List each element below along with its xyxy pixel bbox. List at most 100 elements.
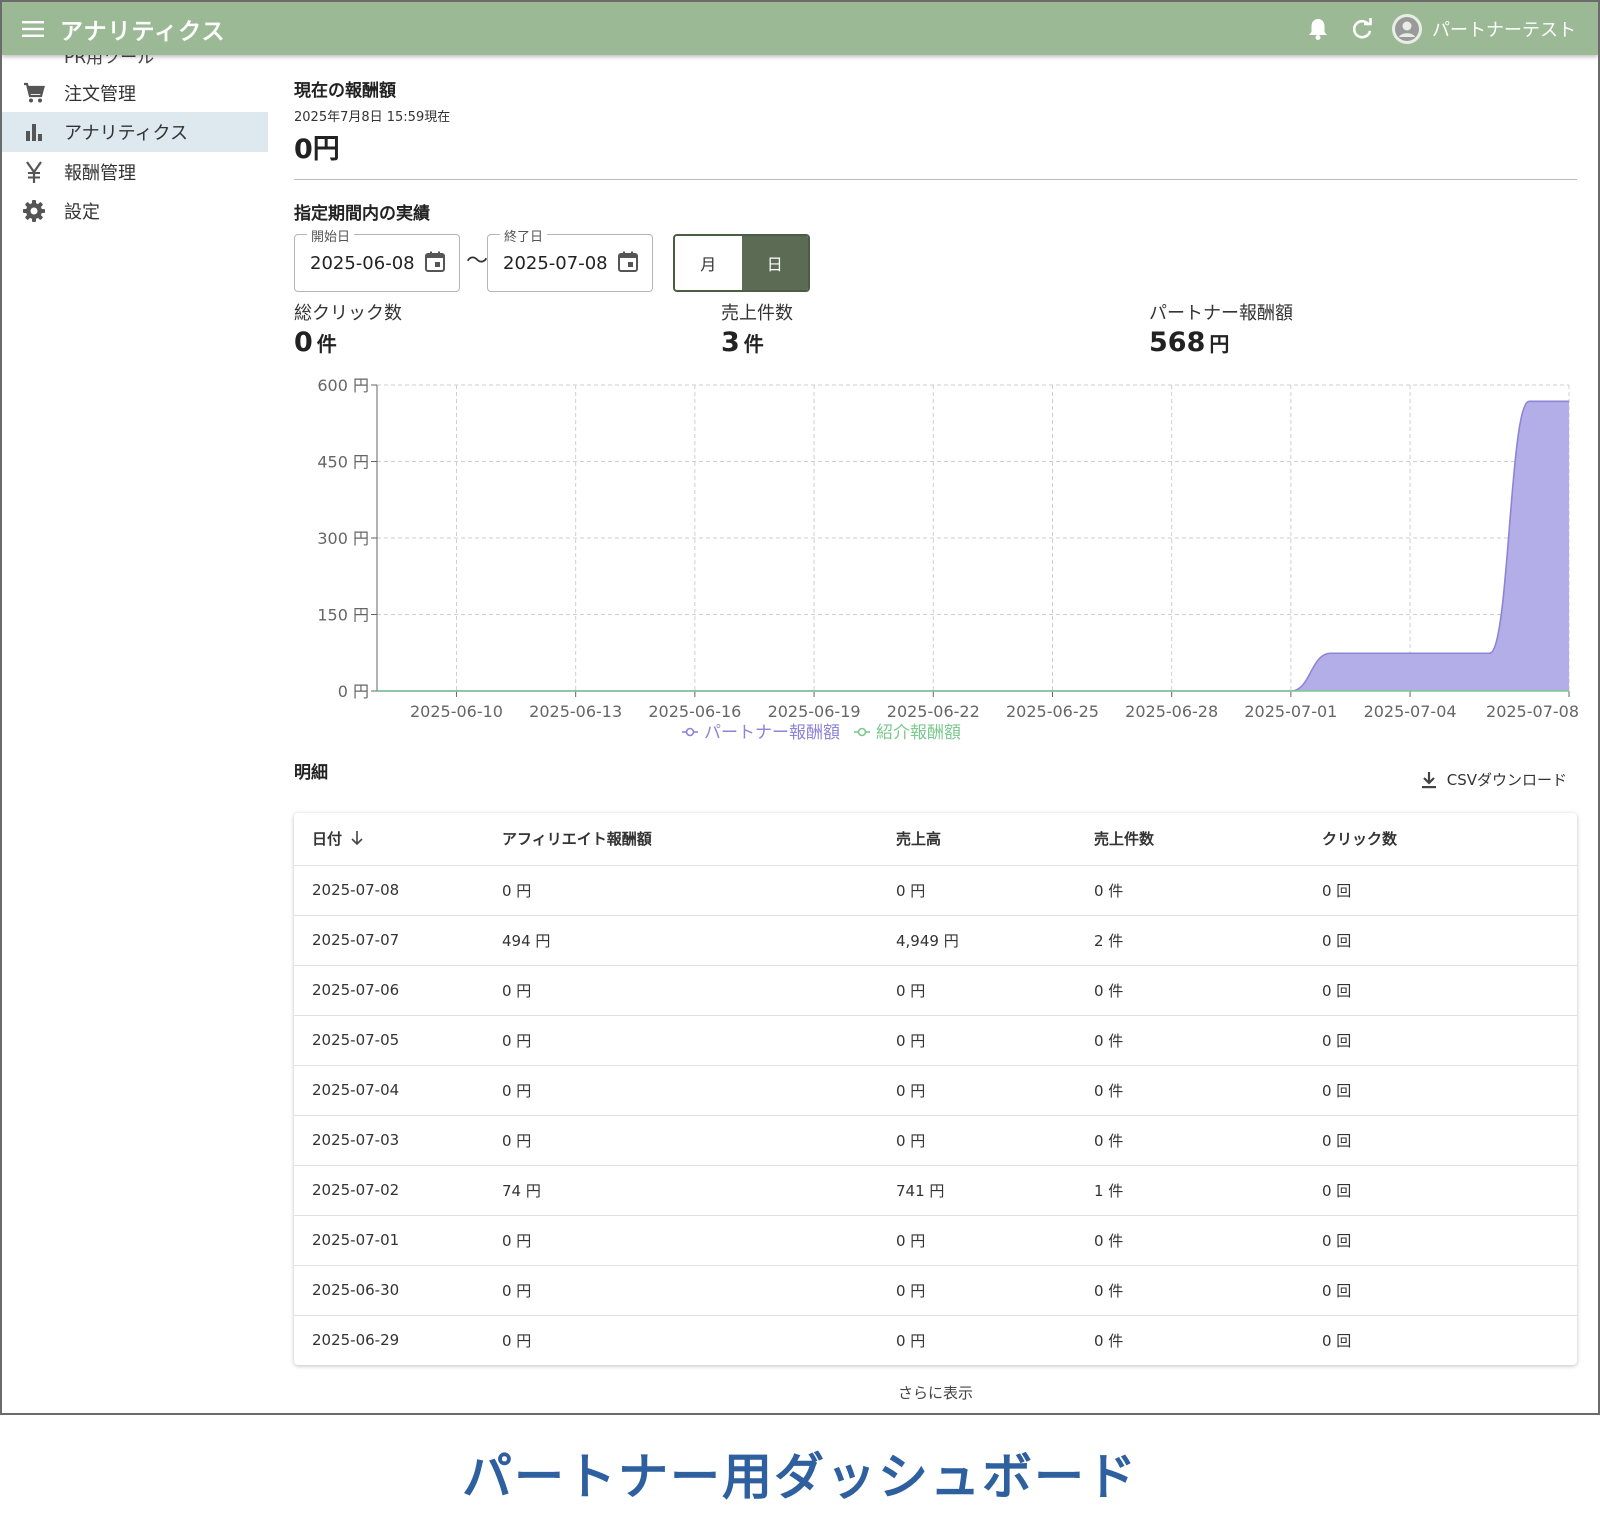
section-divider [294,179,1577,180]
cell-clicks: 0 回 [1322,1265,1577,1316]
toggle-day[interactable]: 日 [741,236,808,290]
menu-icon[interactable] [20,16,46,42]
cell-clicks: 0 回 [1322,1215,1577,1266]
table-row: 2025-07-04 0 円0 円0 件0 回 [294,1065,1577,1116]
legend-label: 紹介報酬額 [876,723,961,743]
cell-affiliate-reward: 74 円 [502,1165,896,1216]
cell-sales-count: 0 件 [1094,1015,1322,1066]
cell-affiliate-reward: 0 円 [502,1331,532,1350]
cell-sales-count: 0 件 [1094,1331,1124,1350]
cell-date: 2025-06-30 [294,1265,502,1316]
col-date[interactable]: 日付 [294,813,502,866]
calendar-icon[interactable] [423,250,447,274]
col-sales-count[interactable]: 売上件数 [1094,813,1322,866]
cell-clicks: 0 回 [1322,1015,1577,1066]
col-revenue[interactable]: 売上高 [896,813,1094,866]
cell-sales-count: 0 件 [1094,1215,1322,1266]
table-row: 2025-07-02 74 円 741 円1 件0 回 [294,1165,1577,1216]
csv-download-button[interactable]: CSVダウンロード [1421,769,1567,790]
table-row: 2025-06-29 0 円 0 円 0 件 0 回 [294,1315,1577,1365]
cell-affiliate-reward: 0 円 [502,1215,896,1266]
col-affiliate-reward[interactable]: アフィリエイト報酬額 [502,813,896,866]
y-tick-label: 600 円 [317,376,369,395]
partner-reward-value: 568 円 [1149,327,1230,358]
username: パートナーテスト [1432,19,1576,41]
yen-icon [22,160,46,184]
partner-reward-label: パートナー報酬額 [1149,303,1293,324]
end-date-value: 2025-07-08 [503,253,608,274]
calendar-icon[interactable] [616,250,640,274]
table-row: 2025-07-03 0 円0 円0 件0 回 [294,1115,1577,1166]
bar-chart-icon [22,120,46,144]
col-clicks[interactable]: クリック数 [1322,813,1577,866]
x-tick-label: 2025-06-16 [648,702,741,721]
page-title: アナリティクス [60,18,226,45]
toggle-month[interactable]: 月 [675,236,742,290]
cell-clicks: 0 回 [1322,1115,1577,1166]
cell-revenue: 0 円 [896,865,1094,916]
table-row: 2025-07-07 494 円 4,949 円2 件0 回 [294,915,1577,966]
sidebar-item-label: 注文管理 [64,84,136,105]
granularity-toggle: 月 日 [673,234,810,292]
app-window: アナリティクス パートナーテスト PR用ツール 注文管理 アナリティクス 報酬管… [0,0,1600,1415]
cell-affiliate-reward: 494 円 [502,915,896,966]
x-tick-label: 2025-07-04 [1364,702,1457,721]
gear-icon [22,199,46,223]
x-tick-label: 2025-06-19 [768,702,861,721]
x-tick-label: 2025-06-22 [887,702,980,721]
legend-swatch-marker [685,727,695,737]
cell-date: 2025-07-01 [294,1215,502,1266]
cart-icon [22,81,46,105]
cell-revenue: 0 円 [896,1215,1094,1266]
series-line-0 [377,400,1569,692]
start-date-label: 開始日 [307,226,355,245]
sidebar-item-orders[interactable]: 注文管理 [2,73,268,113]
cell-affiliate-reward: 0 円 [502,1265,896,1316]
cell-sales-count: 1 件 [1094,1165,1322,1216]
caption: パートナー用ダッシュボード [462,1448,1138,1506]
sidebar: PR用ツール 注文管理 アナリティクス 報酬管理 設定 [2,48,268,1413]
start-date-field[interactable]: 開始日 2025-06-08 [294,226,460,292]
period-heading: 指定期間内の実績 [294,204,430,224]
sidebar-item-analytics[interactable]: アナリティクス [2,112,268,152]
cell-clicks: 0 回 [1322,1165,1577,1216]
reward-chart: 600 円 450 円 300 円 150 円 0 円 2025-06-10 2025-06… [317,376,1579,743]
sales-count-label: 売上件数 [721,303,793,324]
x-tick-label: 2025-07-01 [1244,702,1337,721]
cell-date: 2025-07-03 [294,1115,502,1166]
end-date-field[interactable]: 終了日 2025-07-08 [487,226,653,292]
download-icon [1421,771,1437,789]
user-menu[interactable]: パートナーテスト [1392,13,1576,44]
x-tick-label: 2025-06-10 [410,702,503,721]
cell-affiliate-reward: 0 円 [502,865,896,916]
bell-icon[interactable] [1304,15,1332,43]
x-tick-label: 2025-07-08 [1486,702,1579,721]
date-range-separator: 〜 [466,249,489,274]
cell-date: 2025-07-08 [294,865,502,916]
cell-sales-count: 0 件 [1094,1115,1322,1166]
detail-table: 日付 アフィリエイト報酬額 売上高 売上件数 クリック数 2025-07-08 0… [294,813,1577,1365]
table-row: 2025-07-05 0 円0 円0 件0 回 [294,1015,1577,1066]
clicks-label: 総クリック数 [294,303,402,324]
cell-sales-count: 0 件 [1094,865,1322,916]
sidebar-item-rewards[interactable]: 報酬管理 [2,152,268,192]
cell-revenue: 0 円 [896,1015,1094,1066]
app-bar: アナリティクス パートナーテスト [2,2,1598,55]
detail-heading: 明細 [294,763,328,783]
show-more-button[interactable]: さらに表示 [294,1382,1577,1403]
refresh-icon[interactable] [1348,15,1376,43]
cell-sales-count: 0 件 [1094,1065,1322,1116]
sort-arrow-down-icon [350,830,364,850]
y-tick-label: 450 円 [317,453,369,472]
current-reward-timestamp: 2025年7月8日 15:59現在 [294,110,451,125]
series-area-0 [377,401,1569,691]
cell-revenue: 0 円 [896,1065,1094,1116]
cell-revenue: 741 円 [896,1165,1094,1216]
sidebar-item-label: 設定 [64,202,100,223]
cell-date: 2025-07-07 [294,915,502,966]
avatar-icon [1392,13,1422,44]
cell-sales-count: 0 件 [1094,965,1322,1016]
cell-clicks: 0 回 [1322,1065,1577,1116]
sidebar-item-settings[interactable]: 設定 [2,191,268,231]
cell-date: 2025-07-04 [294,1065,502,1116]
